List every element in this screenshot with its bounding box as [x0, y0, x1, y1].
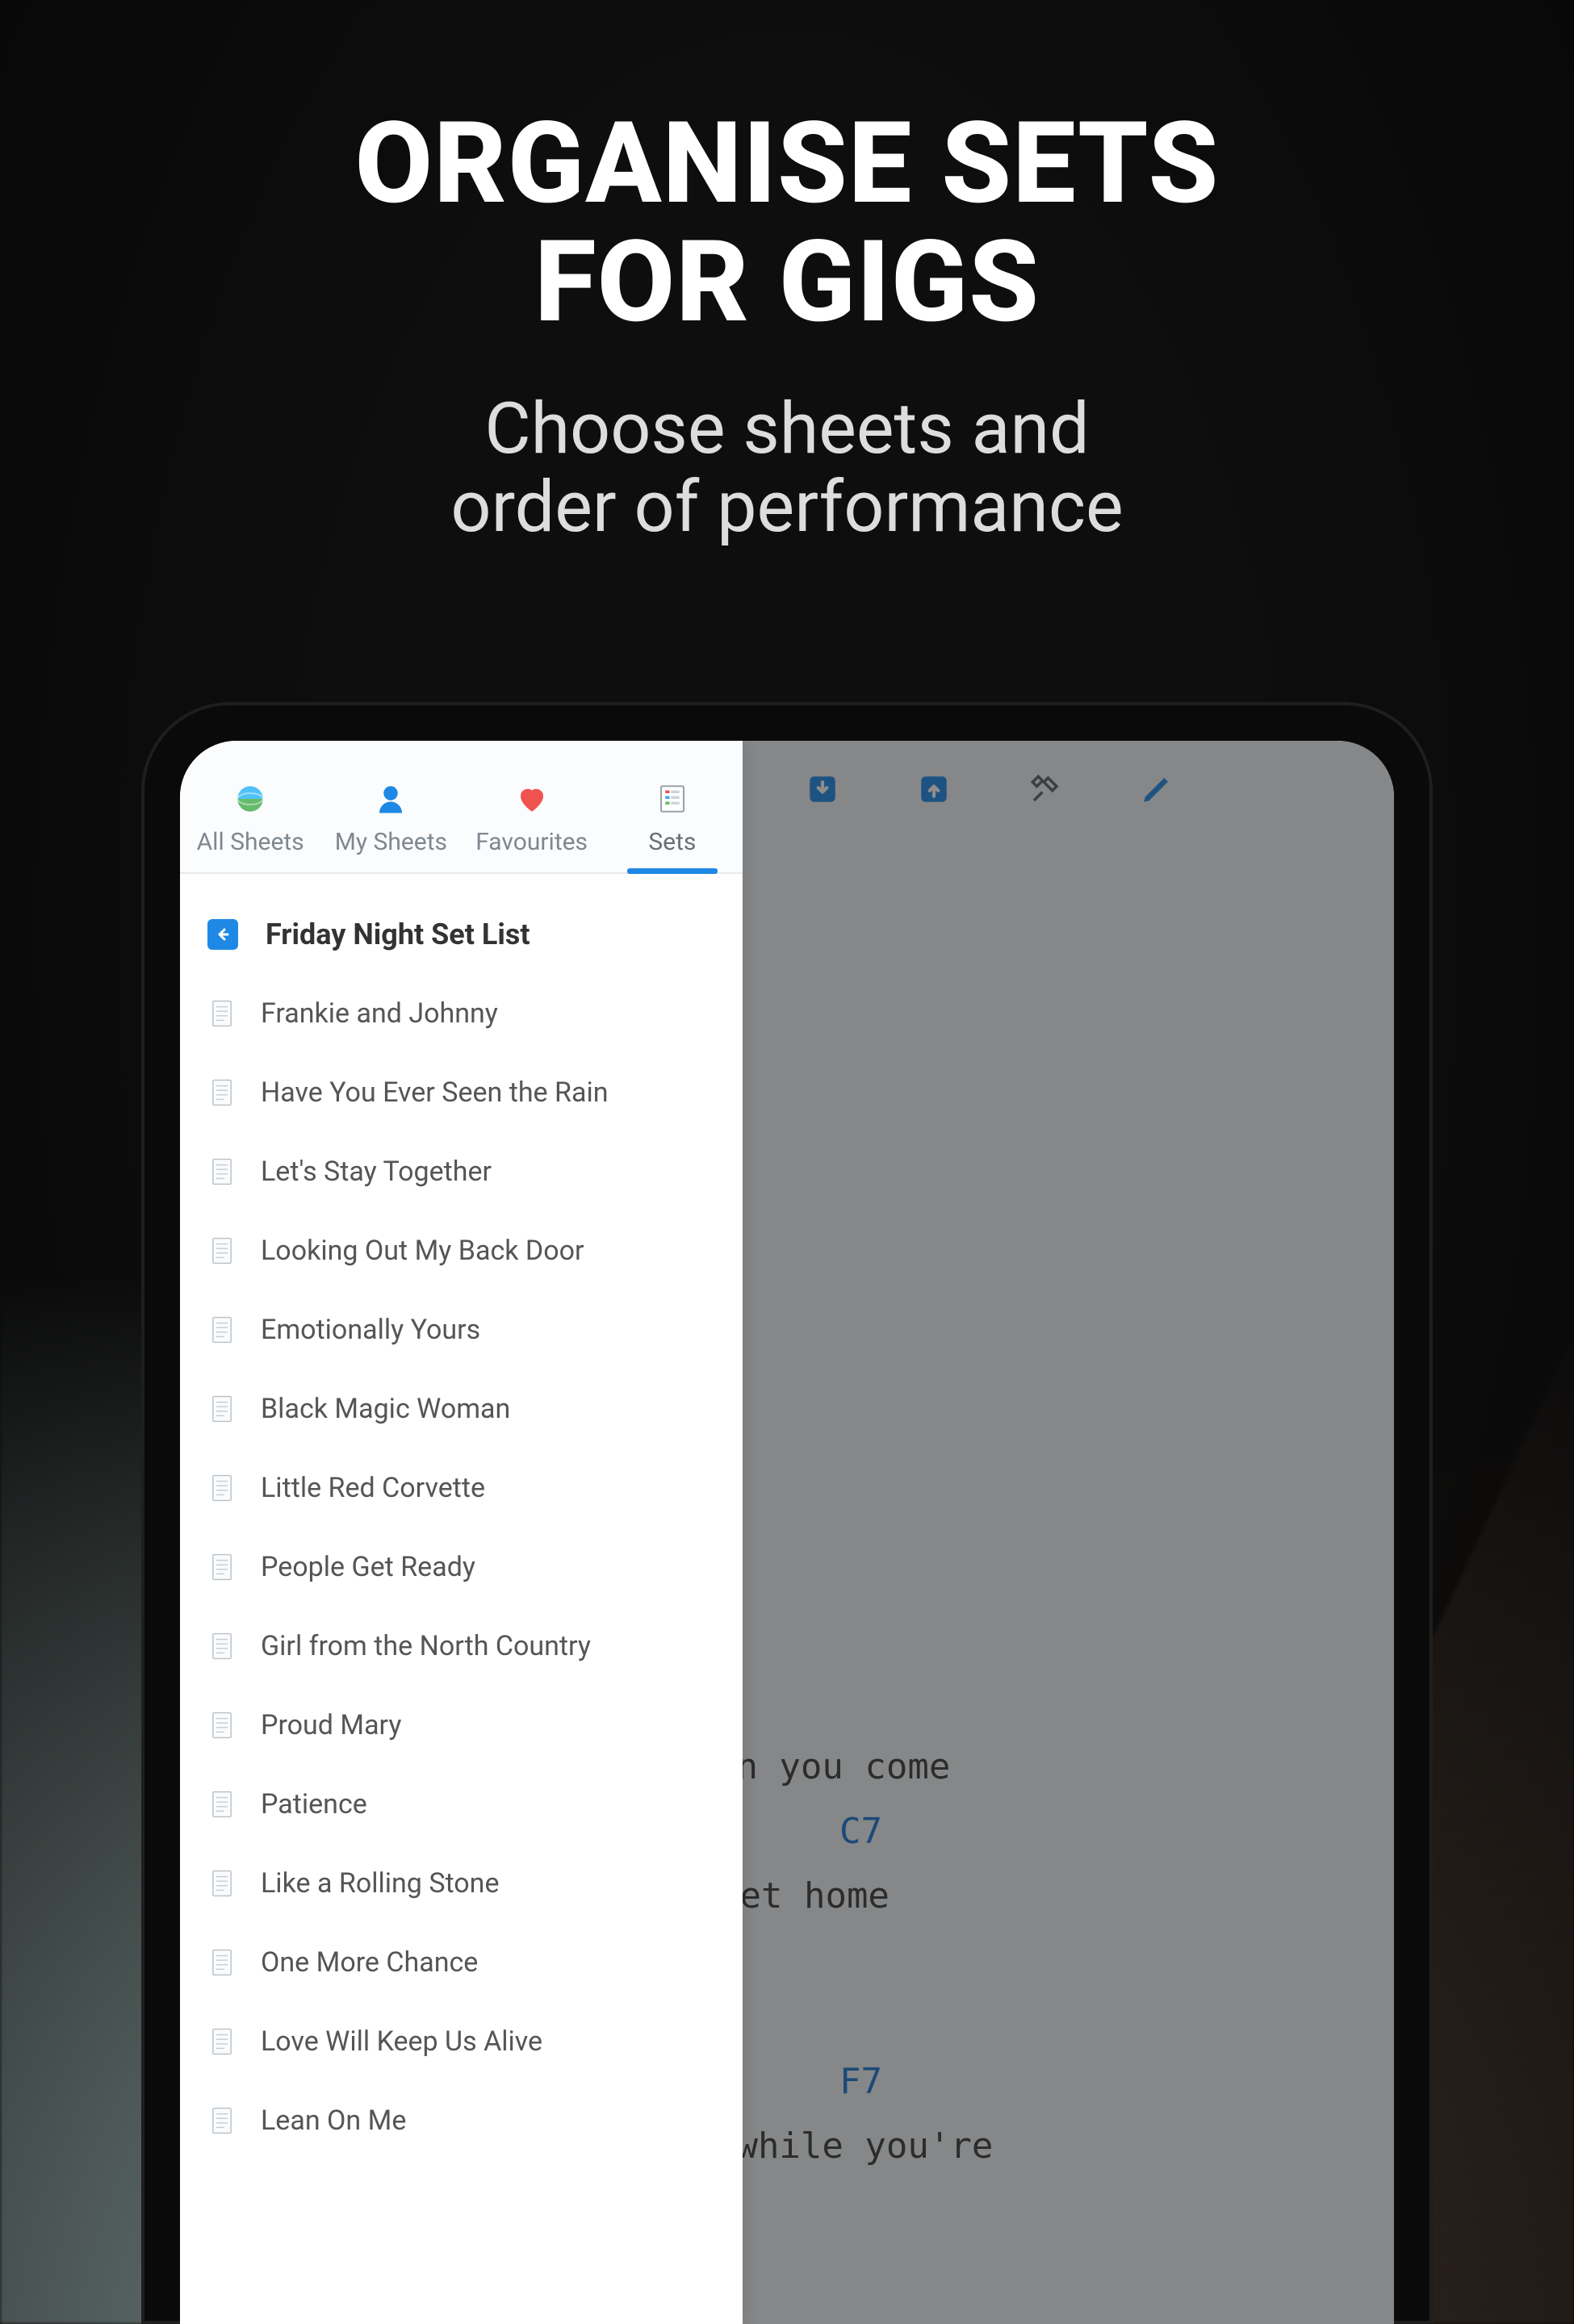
sheet-icon [211, 2028, 233, 2055]
sidebar: All Sheets My Sheets Favourites Sets Friday… [180, 741, 743, 2324]
sheet-icon [211, 1079, 233, 1106]
chord-sheet-content: t?t when you comeC7get homeF7rong while … [743, 838, 1394, 2324]
song-title: Like a Rolling Stone [261, 1867, 500, 1900]
song-row[interactable]: Emotionally Yours [180, 1290, 743, 1369]
tab-label: Sets [648, 828, 696, 856]
sheet-icon [211, 1791, 233, 1818]
chord-label: F7 [839, 2048, 882, 2116]
tab-fav[interactable]: Favourites [462, 752, 602, 872]
song-row[interactable]: Have You Ever Seen the Rain [180, 1053, 743, 1132]
sheet-icon [211, 1158, 233, 1185]
transpose-down-icon[interactable] [806, 772, 839, 806]
mine-tab-icon [373, 781, 408, 817]
back-icon[interactable] [207, 919, 238, 950]
promo-copy: ORGANISE SETS FOR GIGS Choose sheets and… [0, 105, 1574, 547]
sheet-icon [211, 1000, 233, 1027]
tab-bar: All Sheets My Sheets Favourites Sets [180, 741, 743, 874]
song-title: Let's Stay Together [261, 1156, 492, 1188]
song-title: Emotionally Yours [261, 1314, 480, 1346]
tab-sets[interactable]: Sets [602, 752, 743, 872]
song-title: Proud Mary [261, 1709, 401, 1741]
song-row[interactable]: Looking Out My Back Door [180, 1211, 743, 1290]
chord-label: C7 [839, 1798, 882, 1866]
lyric-fragment: t when you come [743, 1733, 950, 1801]
tab-label: All Sheets [197, 828, 304, 856]
edit-icon[interactable] [1140, 772, 1174, 806]
tab-label: Favourites [475, 828, 588, 856]
song-row[interactable]: One More Chance [180, 1923, 743, 2002]
set-list: Friday Night Set List Frankie and Johnny… [180, 874, 743, 2324]
sheet-icon [211, 1395, 233, 1423]
all-tab-icon [232, 781, 268, 817]
song-title: Lean On Me [261, 2105, 406, 2137]
promo-headline: ORGANISE SETS FOR GIGS [0, 105, 1574, 342]
song-row[interactable]: Love Will Keep Us Alive [180, 2002, 743, 2081]
lyric-fragment: rong while you're [743, 2113, 993, 2180]
set-title: Friday Night Set List [266, 917, 530, 951]
song-row[interactable]: Black Magic Woman [180, 1369, 743, 1448]
song-row[interactable]: Like a Rolling Stone [180, 1844, 743, 1923]
chord-sheet-panel: t?t when you comeC7get homeF7rong while … [743, 741, 1394, 2324]
song-row[interactable]: Patience [180, 1765, 743, 1844]
song-title: Girl from the North Country [261, 1630, 591, 1662]
promo-subhead: Choose sheets and order of performance [0, 391, 1574, 547]
song-title: Little Red Corvette [261, 1472, 485, 1504]
sheet-icon [211, 1474, 233, 1502]
song-row[interactable]: Frankie and Johnny [180, 974, 743, 1053]
song-title: Love Will Keep Us Alive [261, 2025, 542, 2058]
song-row[interactable]: Let's Stay Together [180, 1132, 743, 1211]
song-row[interactable]: Lean On Me [180, 2081, 743, 2160]
tab-mine[interactable]: My Sheets [320, 752, 461, 872]
song-title: Patience [261, 1788, 367, 1820]
sheet-icon [211, 1712, 233, 1739]
song-row[interactable]: Little Red Corvette [180, 1448, 743, 1528]
fav-tab-icon [514, 781, 550, 817]
transpose-up-icon[interactable] [917, 772, 951, 806]
song-title: Black Magic Woman [261, 1393, 510, 1425]
sheet-icon [211, 2107, 233, 2134]
chord-toolbar [743, 741, 1394, 838]
tab-label: My Sheets [335, 828, 447, 856]
song-title: Have You Ever Seen the Rain [261, 1076, 609, 1109]
set-header: Friday Night Set List [180, 895, 743, 974]
song-title: Looking Out My Back Door [261, 1235, 584, 1267]
song-row[interactable]: Proud Mary [180, 1686, 743, 1765]
lyric-fragment: get home [743, 1862, 890, 1930]
phone-screen: t?t when you comeC7get homeF7rong while … [180, 741, 1394, 2324]
song-title: People Get Ready [261, 1551, 475, 1583]
sheet-icon [211, 1632, 233, 1660]
song-row[interactable]: Girl from the North Country [180, 1607, 743, 1686]
sheet-icon [211, 1237, 233, 1264]
sheet-icon [211, 1553, 233, 1581]
tools-icon[interactable] [1028, 772, 1062, 806]
phone-frame: t?t when you comeC7get homeF7rong while … [141, 702, 1433, 2324]
sheet-icon [211, 1870, 233, 1897]
tab-all[interactable]: All Sheets [180, 752, 320, 872]
sets-tab-icon [655, 781, 690, 817]
song-title: One More Chance [261, 1946, 478, 1979]
sheet-icon [211, 1316, 233, 1344]
sheet-icon [211, 1949, 233, 1976]
song-title: Frankie and Johnny [261, 997, 498, 1030]
song-row[interactable]: People Get Ready [180, 1528, 743, 1607]
